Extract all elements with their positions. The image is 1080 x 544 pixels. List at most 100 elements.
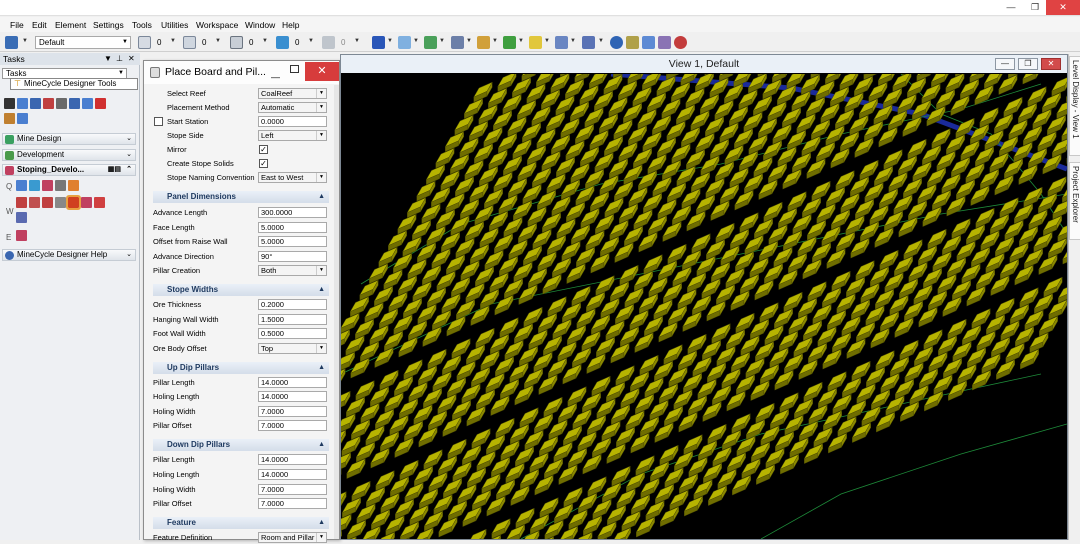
- menu-edit[interactable]: Edit: [32, 20, 47, 30]
- dialog-scrollbar[interactable]: [334, 85, 339, 539]
- section-up-dip-pillars[interactable]: Up Dip Pillars▲: [153, 362, 329, 374]
- hanging-wall-input[interactable]: 1.5000: [258, 314, 327, 325]
- tool-icon[interactable]: [17, 98, 28, 109]
- grid-icon[interactable]: [642, 36, 655, 49]
- fence-icon[interactable]: [398, 36, 411, 49]
- chevron-down-icon[interactable]: ▼: [413, 38, 419, 44]
- section-feature[interactable]: Feature▲: [153, 517, 329, 529]
- stoping-tool-icon[interactable]: [16, 230, 27, 241]
- pillar-creation-dropdown[interactable]: Both▼: [258, 265, 327, 276]
- project-explorer-tab[interactable]: Project Explorer: [1069, 162, 1080, 240]
- ore-thickness-input[interactable]: 0.2000: [258, 299, 327, 310]
- reference-icon[interactable]: [424, 36, 437, 49]
- section-help[interactable]: MineCycle Designer Help ⌄: [2, 249, 136, 261]
- start-station-checkbox[interactable]: [154, 117, 163, 126]
- menu-tools[interactable]: Tools: [132, 20, 152, 30]
- chevron-down-icon[interactable]: ▼: [354, 38, 360, 44]
- ore-body-offset-dropdown[interactable]: Top▼: [258, 343, 327, 354]
- view-restore-button[interactable]: ❐: [1018, 58, 1038, 70]
- down-pillar-offset-input[interactable]: 7.0000: [258, 498, 327, 509]
- tool-icon[interactable]: [17, 113, 28, 124]
- delete-icon[interactable]: [95, 98, 106, 109]
- tasks-dropdown-item[interactable]: ⊤ MineCycle Designer Tools: [10, 78, 138, 90]
- stoping-tool-icon[interactable]: [29, 180, 40, 191]
- settings-icon[interactable]: [658, 36, 671, 49]
- chevron-down-icon[interactable]: ▼: [598, 38, 604, 44]
- up-pillar-offset-input[interactable]: 7.0000: [258, 420, 327, 431]
- view-close-button[interactable]: ✕: [1041, 58, 1061, 70]
- select-reef-dropdown[interactable]: CoalReef▼: [258, 88, 327, 99]
- down-holing-width-input[interactable]: 7.0000: [258, 484, 327, 495]
- face-length-input[interactable]: 5.0000: [258, 222, 327, 233]
- chevron-down-icon[interactable]: ▼: [22, 38, 28, 44]
- menu-workspace[interactable]: Workspace: [196, 20, 238, 30]
- chevron-down-icon[interactable]: ▼: [262, 38, 268, 44]
- chevron-down-icon[interactable]: ▼: [170, 38, 176, 44]
- placement-method-dropdown[interactable]: Automatic▼: [258, 102, 327, 113]
- cell-icon[interactable]: [451, 36, 464, 49]
- measure-icon[interactable]: [582, 36, 595, 49]
- section-stope-widths[interactable]: Stope Widths▲: [153, 284, 329, 296]
- stoping-tool-icon[interactable]: [42, 197, 53, 208]
- close-icon[interactable]: ✕: [128, 53, 135, 65]
- down-holing-length-input[interactable]: 14.0000: [258, 469, 327, 480]
- up-holing-width-input[interactable]: 7.0000: [258, 406, 327, 417]
- priority-icon[interactable]: [322, 36, 335, 49]
- level-combo[interactable]: Default▼: [35, 36, 131, 49]
- close-button[interactable]: ✕: [1046, 0, 1080, 15]
- chevron-down-icon[interactable]: ▼: [570, 38, 576, 44]
- stoping-tool-icon[interactable]: [29, 197, 40, 208]
- grid-view-icon[interactable]: ▦▤: [108, 165, 121, 175]
- chevron-up-icon[interactable]: ⌃: [126, 165, 132, 175]
- menu-window[interactable]: Window: [245, 20, 275, 30]
- section-stoping[interactable]: Stoping_Develo... ▦▤ ⌃: [2, 164, 136, 176]
- stoping-tool-icon[interactable]: [16, 180, 27, 191]
- maximize-button[interactable]: ❐: [1024, 0, 1046, 15]
- stoping-tool-icon[interactable]: [55, 180, 66, 191]
- start-station-input[interactable]: 0.0000: [258, 116, 327, 127]
- stoping-tool-icon[interactable]: [16, 197, 27, 208]
- minimize-button[interactable]: —: [1000, 0, 1022, 15]
- board-pillar-icon[interactable]: [68, 197, 79, 208]
- stoping-tool-icon[interactable]: [16, 212, 27, 223]
- stoping-tool-icon[interactable]: [42, 180, 53, 191]
- pin-icon[interactable]: ⊥: [116, 53, 123, 65]
- element-selection-icon[interactable]: [372, 36, 385, 49]
- level-manager-icon[interactable]: [5, 36, 18, 49]
- chevron-down-icon[interactable]: ▼: [518, 38, 524, 44]
- raster-icon[interactable]: [477, 36, 490, 49]
- section-panel-dimensions[interactable]: Panel Dimensions▲: [153, 191, 329, 203]
- stoping-tool-icon[interactable]: [68, 180, 79, 191]
- chevron-down-icon[interactable]: ▼: [104, 53, 112, 65]
- feature-definition-dropdown[interactable]: Room and Pillar▼: [258, 532, 327, 543]
- view-title-bar[interactable]: View 1, Default — ❐ ✕: [341, 55, 1067, 73]
- tool-icon[interactable]: [4, 113, 15, 124]
- info-icon[interactable]: [610, 36, 623, 49]
- disable-icon[interactable]: [674, 36, 687, 49]
- foot-wall-input[interactable]: 0.5000: [258, 328, 327, 339]
- offset-raise-wall-input[interactable]: 5.0000: [258, 236, 327, 247]
- viewport-canvas[interactable]: [341, 74, 1067, 539]
- chevron-down-icon[interactable]: ▼: [544, 38, 550, 44]
- chevron-down-icon[interactable]: ▼: [492, 38, 498, 44]
- menu-help[interactable]: Help: [282, 20, 299, 30]
- down-pillar-length-input[interactable]: 14.0000: [258, 454, 327, 465]
- stoping-tool-icon[interactable]: [55, 197, 66, 208]
- select-icon[interactable]: [4, 98, 15, 109]
- menu-utilities[interactable]: Utilities: [161, 20, 188, 30]
- stoping-tool-icon[interactable]: [94, 197, 105, 208]
- stope-naming-dropdown[interactable]: East to West▼: [258, 172, 327, 183]
- line-weight-icon[interactable]: [230, 36, 243, 49]
- tool-icon[interactable]: [43, 98, 54, 109]
- tool-icon[interactable]: [56, 98, 67, 109]
- color-icon[interactable]: [138, 36, 151, 49]
- level-display-tab[interactable]: Level Display - View 1: [1069, 56, 1080, 156]
- maximize-icon[interactable]: [290, 65, 299, 73]
- key-in-icon[interactable]: [626, 36, 639, 49]
- advance-length-input[interactable]: 300.0000: [258, 207, 327, 218]
- mirror-checkbox[interactable]: ✓: [259, 145, 268, 154]
- menu-file[interactable]: File: [10, 20, 24, 30]
- transparency-icon[interactable]: [276, 36, 289, 49]
- stope-side-dropdown[interactable]: Left▼: [258, 130, 327, 141]
- create-stope-solids-checkbox[interactable]: ✓: [259, 159, 268, 168]
